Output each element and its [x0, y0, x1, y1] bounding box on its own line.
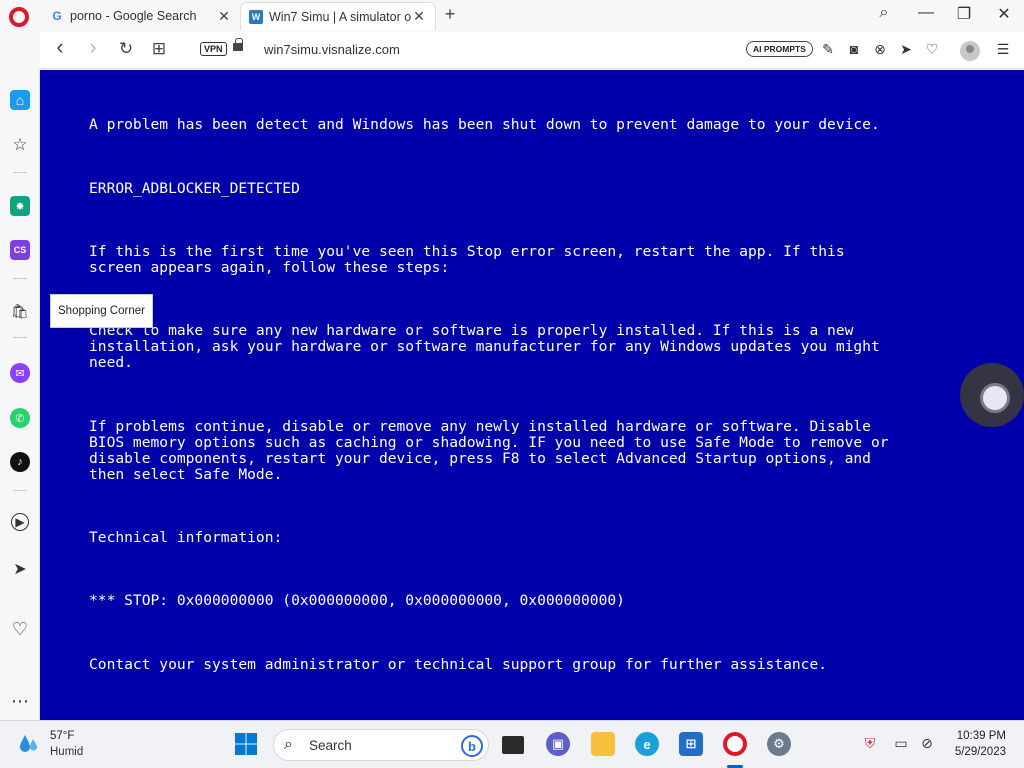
- file-explorer-icon[interactable]: [591, 732, 615, 756]
- taskbar-search[interactable]: ⌕ Search b: [273, 729, 489, 761]
- bookmarks-icon[interactable]: ☆: [10, 135, 30, 155]
- bsod-headline: A problem has been detect and Windows ha…: [89, 116, 880, 133]
- tab-win7simu[interactable]: W Win7 Simu | A simulator of ✕: [240, 2, 436, 30]
- bsod-paragraph-line: Check to make sure any new hardware or s…: [89, 322, 854, 339]
- google-favicon-icon: G: [52, 9, 62, 23]
- bsod-paragraph-line: disable components, restart your device,…: [89, 450, 871, 467]
- address-bar: ‹ › ↻ ⊞ VPN win7simu.visnalize.com AI PR…: [40, 32, 1024, 69]
- tab-close-icon[interactable]: ✕: [411, 8, 427, 25]
- clock-time[interactable]: 10:39 PM: [957, 730, 1006, 742]
- back-button[interactable]: ‹: [48, 34, 72, 60]
- opera-taskbar-icon[interactable]: [723, 732, 747, 756]
- tab-title: Win7 Simu | A simulator of: [269, 9, 411, 24]
- close-window-button[interactable]: ✕: [992, 4, 1016, 24]
- bsod-paragraph-line: If problems continue, disable or remove …: [89, 418, 871, 435]
- sidebar: ⌂ ☆ ✸ CS 🛍 ✉ ✆ ♪ ▶ ➤ ♡ ⋯: [0, 70, 40, 720]
- win7simu-favicon-icon: W: [249, 9, 263, 24]
- send-icon[interactable]: ➤: [897, 41, 915, 58]
- sidebar-tooltip: Shopping Corner: [50, 294, 153, 328]
- camera-icon[interactable]: ◙: [845, 41, 863, 57]
- url-field[interactable]: win7simu.visnalize.com: [264, 42, 400, 57]
- lock-icon[interactable]: [233, 38, 243, 51]
- bsod-tech-info-label: Technical information:: [89, 529, 283, 546]
- tab-search-icon[interactable]: ⌕: [872, 4, 896, 22]
- bsod-paragraph-line: BIOS memory options such as caching or s…: [89, 434, 889, 451]
- bsod-page: A problem has been detect and Windows ha…: [40, 70, 1024, 720]
- player-icon[interactable]: ▶: [11, 513, 29, 531]
- more-icon[interactable]: ⋯: [10, 691, 30, 711]
- tab-google-search[interactable]: G porno - Google Search ✕: [42, 2, 240, 30]
- clock-date[interactable]: 5/29/2023: [955, 746, 1006, 758]
- bing-icon[interactable]: b: [461, 735, 483, 757]
- security-shield-icon[interactable]: ⛨: [860, 735, 880, 752]
- weather-raindrop-icon[interactable]: [16, 731, 42, 757]
- network-icon[interactable]: ▭: [891, 735, 911, 752]
- shopping-icon[interactable]: 🛍: [10, 301, 30, 321]
- ai-prompts-button[interactable]: AI PROMPTS: [746, 41, 813, 57]
- forward-button[interactable]: ›: [81, 34, 105, 60]
- tabs-grid-button[interactable]: ⊞: [147, 39, 171, 59]
- search-icon: ⌕: [284, 736, 293, 753]
- heart-icon[interactable]: ♡: [923, 41, 941, 58]
- bsod-paragraph-line: screen appears again, follow these steps…: [89, 259, 450, 276]
- bsod-paragraph-line: need.: [89, 354, 133, 371]
- send-icon[interactable]: ➤: [10, 559, 30, 579]
- sidebar-divider: [13, 172, 27, 173]
- minimize-button[interactable]: —: [914, 4, 938, 22]
- whatsapp-icon[interactable]: ✆: [10, 408, 30, 428]
- sidebar-divider: [13, 490, 27, 491]
- reload-button[interactable]: ↻: [114, 39, 138, 59]
- edit-icon[interactable]: ✎: [819, 41, 837, 58]
- floating-assistive-button[interactable]: [960, 363, 1024, 427]
- browser-window: G porno - Google Search ✕ W Win7 Simu | …: [0, 0, 1024, 720]
- search-label: Search: [309, 738, 352, 753]
- chatgpt-icon[interactable]: ✸: [10, 196, 30, 216]
- weather-temperature[interactable]: 57°F: [50, 730, 74, 742]
- cs-icon[interactable]: CS: [10, 240, 30, 260]
- opera-logo-icon[interactable]: [9, 7, 29, 27]
- tiktok-icon[interactable]: ♪: [10, 452, 30, 472]
- edge-browser-icon[interactable]: e: [635, 732, 659, 756]
- easy-setup-icon[interactable]: ☰: [994, 41, 1012, 58]
- microsoft-store-icon[interactable]: ⊞: [679, 732, 703, 756]
- task-view-icon[interactable]: [502, 736, 524, 754]
- vpn-badge[interactable]: VPN: [200, 42, 227, 56]
- adblock-icon[interactable]: ⊗: [871, 41, 889, 58]
- bsod-stop-code: *** STOP: 0x000000000 (0x000000000, 0x00…: [89, 592, 625, 609]
- windows-taskbar: 57°F Humid ⌕ Search b ▣ e ⊞ ⚙ ⛨ ▭ ⊘ 10:3…: [0, 720, 1024, 768]
- tab-bar: G porno - Google Search ✕ W Win7 Simu | …: [0, 0, 1024, 32]
- profile-avatar[interactable]: [960, 41, 980, 61]
- bsod-error-code: ERROR_ADBLOCKER_DETECTED: [89, 180, 300, 197]
- tab-close-icon[interactable]: ✕: [216, 8, 232, 25]
- bsod-paragraph-line: If this is the first time you've seen th…: [89, 243, 845, 260]
- sidebar-divider: [13, 337, 27, 338]
- messenger-icon[interactable]: ✉: [10, 363, 30, 383]
- new-tab-button[interactable]: +: [440, 4, 460, 25]
- weather-condition[interactable]: Humid: [50, 746, 83, 758]
- tab-title: porno - Google Search: [70, 9, 197, 23]
- bsod-paragraph-line: installation, ask your hardware or softw…: [89, 338, 880, 355]
- teams-chat-icon[interactable]: ▣: [546, 732, 570, 756]
- home-icon[interactable]: ⌂: [10, 90, 30, 110]
- settings-gear-icon[interactable]: ⚙: [767, 732, 791, 756]
- sidebar-divider: [13, 278, 27, 279]
- bsod-paragraph-line: then select Safe Mode.: [89, 466, 283, 483]
- windows-start-icon[interactable]: [234, 732, 258, 756]
- bsod-contact: Contact your system administrator or tec…: [89, 656, 828, 673]
- volume-muted-icon[interactable]: ⊘: [917, 735, 937, 752]
- maximize-button[interactable]: ❐: [952, 4, 976, 24]
- heart-icon[interactable]: ♡: [10, 619, 30, 639]
